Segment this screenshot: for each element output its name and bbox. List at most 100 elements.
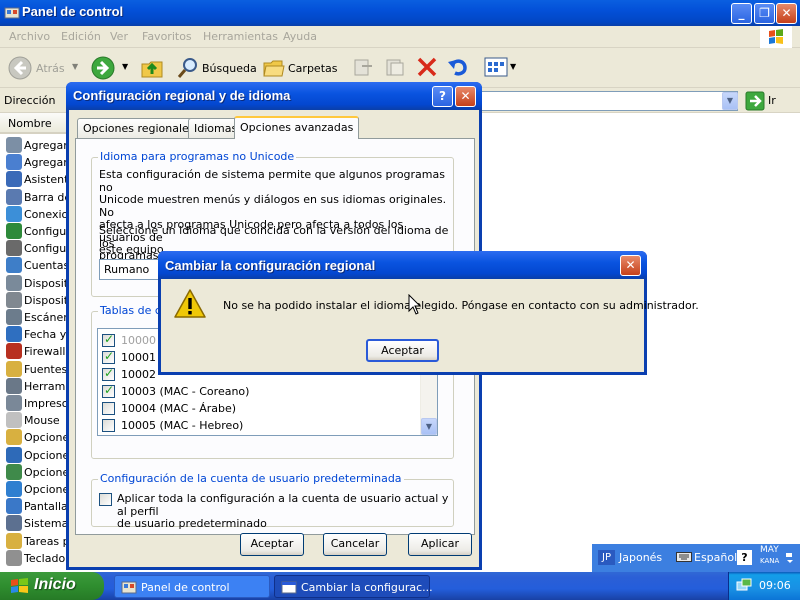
- list-item[interactable]: Opciones: [6, 463, 70, 481]
- regional-ok-button[interactable]: Aceptar: [240, 533, 304, 556]
- menu-ver[interactable]: Ver: [110, 30, 128, 43]
- account-group-legend: Configuración de la cuenta de usuario pr…: [98, 472, 404, 485]
- keyboard-layout[interactable]: Español: [694, 551, 737, 564]
- code-page-checkbox[interactable]: ✓: [102, 366, 115, 381]
- list-item[interactable]: Dispositiv: [6, 291, 70, 309]
- start-button[interactable]: Inicio: [0, 572, 104, 600]
- close-button[interactable]: ✕: [776, 3, 797, 24]
- code-page-checkbox[interactable]: ✓: [102, 383, 115, 398]
- list-item[interactable]: Impresor: [6, 395, 70, 412]
- list-item[interactable]: Asistente: [6, 171, 70, 188]
- window-title-bar[interactable]: Panel de control _ ❐ ✕: [0, 0, 800, 26]
- back-arrow-icon: [8, 56, 32, 80]
- list-item[interactable]: Fuentes: [6, 360, 70, 378]
- menu-edicion[interactable]: Edición: [61, 30, 101, 43]
- code-page-checkbox[interactable]: ✓: [102, 349, 115, 364]
- list-item-label: Configura: [24, 242, 70, 256]
- go-label[interactable]: Ir: [768, 94, 776, 107]
- up-folder-icon[interactable]: [140, 56, 164, 80]
- menu-ayuda[interactable]: Ayuda: [283, 30, 317, 43]
- checkbox-box: [99, 493, 112, 506]
- list-item[interactable]: Opciones: [6, 429, 70, 446]
- folders-icon: [263, 60, 285, 77]
- list-item[interactable]: Cuentas: [6, 257, 70, 274]
- list-item[interactable]: Configura: [6, 223, 70, 240]
- code-page-label: 10001: [121, 351, 156, 364]
- back-dropdown-icon[interactable]: ▼: [72, 62, 78, 71]
- tab-regional-options[interactable]: Opciones regionales: [77, 118, 201, 138]
- list-item[interactable]: Dispositiv: [6, 274, 70, 292]
- list-item[interactable]: Fecha y: [6, 326, 70, 343]
- list-item[interactable]: Agregar: [6, 137, 70, 154]
- copy-to-icon[interactable]: [384, 56, 406, 78]
- list-item[interactable]: Mouse: [6, 412, 70, 429]
- folders-button[interactable]: Carpetas: [262, 54, 340, 82]
- regional-dialog-title-bar[interactable]: Configuración regional y de idioma ? ✕: [66, 82, 482, 110]
- move-to-icon[interactable]: [352, 56, 374, 78]
- control-panel-item-icon: [6, 309, 22, 325]
- menu-herramientas[interactable]: Herramientas: [203, 30, 278, 43]
- list-item[interactable]: Sistema: [6, 515, 70, 532]
- list-item-label: Teclado: [24, 551, 66, 565]
- task-regional-settings[interactable]: Cambiar la configurac...: [274, 575, 433, 598]
- address-input[interactable]: [480, 91, 738, 111]
- regional-apply-button[interactable]: Aplicar: [408, 533, 472, 556]
- list-item[interactable]: Firewall d: [6, 343, 70, 360]
- delete-icon[interactable]: [416, 56, 438, 78]
- lang-code-badge[interactable]: JP: [598, 550, 615, 565]
- warning-icon: [174, 289, 206, 318]
- control-panel-item-icon: [6, 205, 22, 222]
- scroll-down-icon[interactable]: ▼: [421, 418, 437, 435]
- list-item[interactable]: Opciones: [6, 481, 70, 498]
- list-item[interactable]: Barra de: [6, 188, 70, 206]
- address-dropdown-icon[interactable]: ▼: [722, 92, 738, 110]
- undo-icon[interactable]: [447, 56, 469, 78]
- task-control-panel[interactable]: Panel de control: [114, 575, 270, 598]
- menu-archivo[interactable]: Archivo: [9, 30, 50, 43]
- forward-button[interactable]: ▼: [90, 54, 134, 82]
- back-button[interactable]: Atrás ▼: [6, 54, 78, 82]
- views-button[interactable]: ▼: [484, 56, 518, 78]
- control-panel-item-icon: [6, 498, 22, 515]
- langbar-help-icon[interactable]: ?: [737, 550, 752, 565]
- list-item-label: Escáneres: [24, 311, 70, 324]
- list-item[interactable]: Escáneres: [6, 309, 70, 326]
- apply-default-account-checkbox[interactable]: Aplicar toda la configuración a la cuent…: [99, 492, 449, 530]
- column-header-name[interactable]: Nombre: [0, 113, 70, 134]
- list-item[interactable]: Tareas p: [6, 532, 70, 550]
- control-panel-item-icon: [6, 429, 22, 446]
- forward-dropdown-icon[interactable]: ▼: [122, 62, 128, 71]
- list-item[interactable]: Conexion: [6, 205, 70, 223]
- error-dialog-title-bar[interactable]: Cambiar la configuración regional ✕: [158, 251, 647, 279]
- control-panel-item-icon: [6, 223, 22, 239]
- list-item[interactable]: Agregar: [6, 154, 70, 171]
- list-item-label: Dispositiv: [24, 293, 70, 307]
- code-page-checkbox[interactable]: [102, 402, 115, 415]
- control-panel-item-icon: [6, 515, 22, 532]
- error-close-button[interactable]: ✕: [620, 255, 641, 276]
- control-panel-list: Nombre Agregar Agregar Asistente Barra de Co…: [0, 113, 70, 572]
- search-button[interactable]: Búsqueda: [176, 54, 258, 82]
- code-page-checkbox[interactable]: ✓: [102, 332, 115, 347]
- tab-advanced-options[interactable]: Opciones avanzadas: [234, 116, 360, 139]
- regional-cancel-button[interactable]: Cancelar: [323, 533, 387, 556]
- list-item[interactable]: Teclado: [6, 549, 70, 567]
- code-page-checkbox[interactable]: [102, 419, 115, 432]
- minimize-button[interactable]: _: [731, 3, 752, 24]
- list-item[interactable]: Opciones: [6, 446, 70, 464]
- error-dialog: Cambiar la configuración regional ✕ No s…: [158, 251, 699, 375]
- langbar-options-icon[interactable]: [785, 552, 795, 564]
- control-panel-item-icon: [6, 412, 22, 429]
- network-tray-icon[interactable]: [736, 578, 752, 594]
- help-button[interactable]: ?: [432, 86, 453, 107]
- list-item[interactable]: Pantalla: [6, 498, 70, 515]
- list-item[interactable]: Herramie: [6, 377, 70, 395]
- clock[interactable]: 09:06: [759, 579, 791, 592]
- list-item[interactable]: Configura: [6, 240, 70, 257]
- error-ok-button[interactable]: Aceptar: [366, 339, 439, 362]
- maximize-button[interactable]: ❐: [754, 3, 775, 24]
- lang-name[interactable]: Japonés: [619, 551, 662, 564]
- go-arrow-icon[interactable]: [745, 91, 765, 111]
- regional-close-button[interactable]: ✕: [455, 86, 476, 107]
- menu-favoritos[interactable]: Favoritos: [142, 30, 192, 43]
